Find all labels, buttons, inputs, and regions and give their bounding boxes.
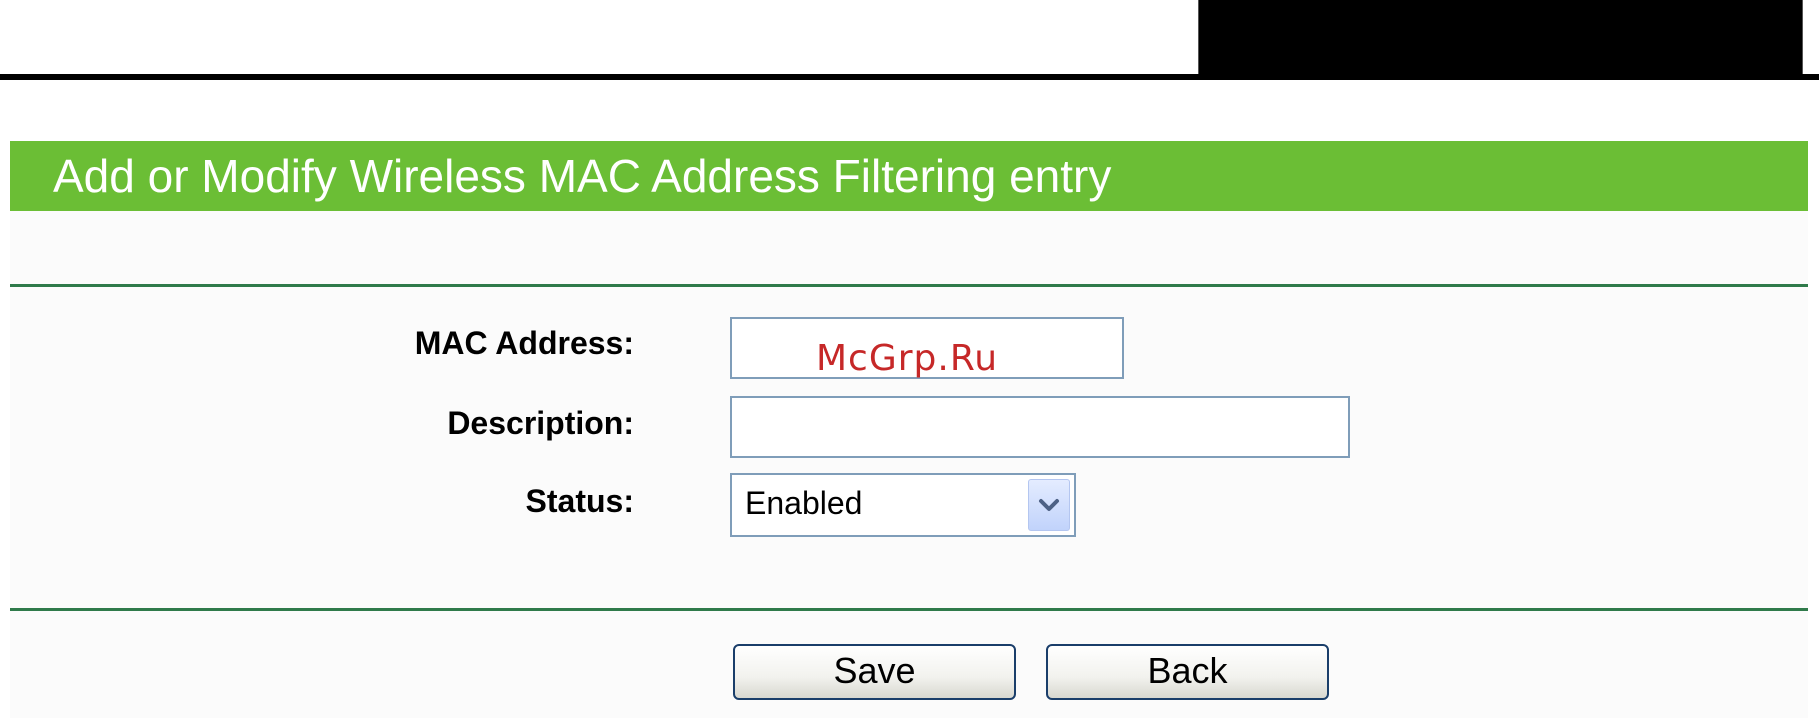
page: Add or Modify Wireless MAC Address Filte… xyxy=(0,0,1819,718)
description-label: Description: xyxy=(447,405,634,441)
status-select[interactable]: Enabled xyxy=(730,473,1076,537)
chevron-down-icon[interactable] xyxy=(1028,479,1070,531)
mac-filter-panel: Add or Modify Wireless MAC Address Filte… xyxy=(10,141,1808,718)
save-button[interactable]: Save xyxy=(733,644,1016,700)
description-input[interactable] xyxy=(730,396,1350,458)
mac-address-label: MAC Address: xyxy=(414,325,634,361)
black-header-block xyxy=(1198,0,1803,78)
divider-bottom xyxy=(10,608,1808,611)
status-label: Status: xyxy=(525,483,634,519)
panel-header: Add or Modify Wireless MAC Address Filte… xyxy=(10,141,1808,211)
divider-top xyxy=(10,284,1808,287)
watermark-text: McGrp.Ru xyxy=(816,338,999,379)
back-button[interactable]: Back xyxy=(1046,644,1329,700)
status-selected-value: Enabled xyxy=(745,485,863,521)
top-rule xyxy=(0,74,1819,80)
page-title: Add or Modify Wireless MAC Address Filte… xyxy=(53,150,1112,202)
